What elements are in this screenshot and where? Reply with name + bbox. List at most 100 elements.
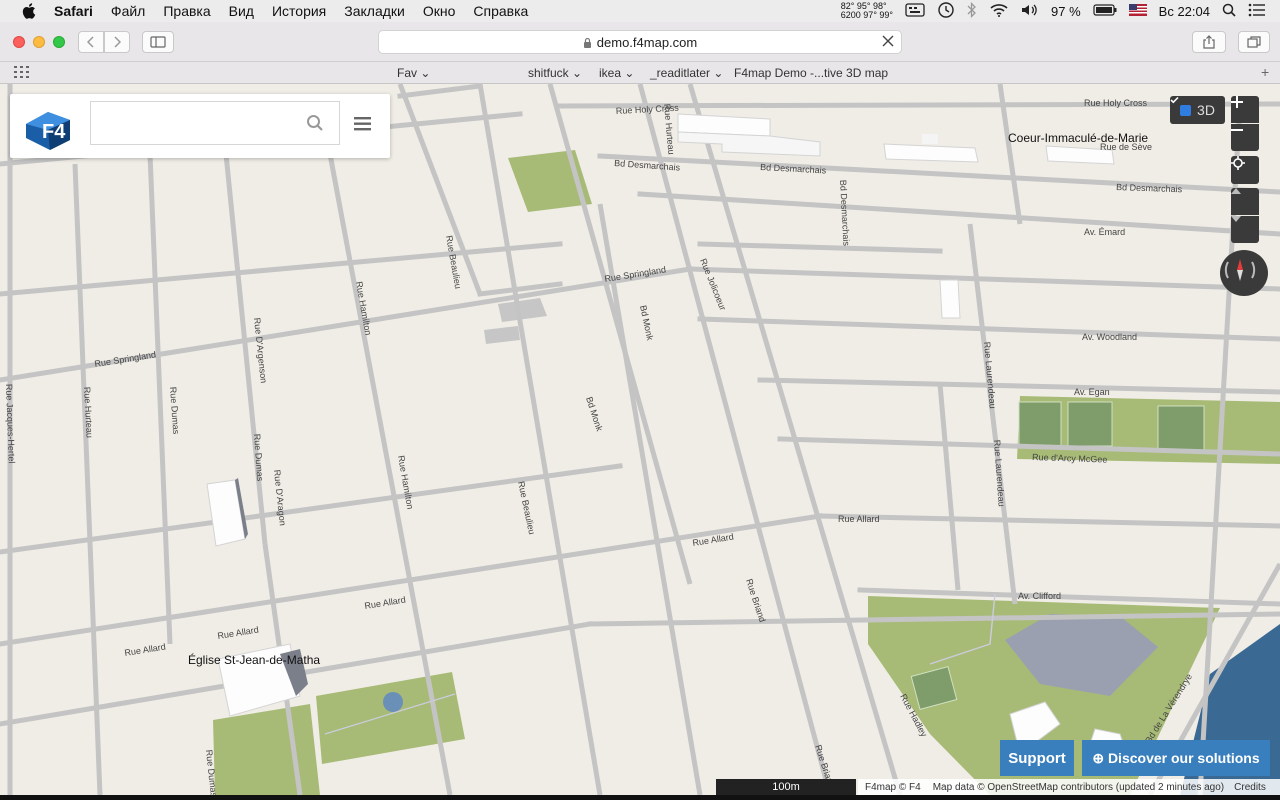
bookmark-label: Fav bbox=[397, 66, 418, 80]
sports-field bbox=[1018, 401, 1062, 447]
fountain bbox=[383, 692, 403, 712]
menu-edit[interactable]: Правка bbox=[163, 3, 210, 19]
battery-percent: 97 % bbox=[1051, 3, 1081, 19]
minus-icon bbox=[1231, 129, 1243, 131]
tabs-icon bbox=[1247, 36, 1261, 48]
chevron-down-icon: ⌄ bbox=[572, 66, 583, 80]
tilt-up-button[interactable] bbox=[1231, 188, 1259, 215]
temps-bottom: 6200 97° 99° bbox=[840, 10, 894, 20]
poi-eglise-st-jean-de-matha[interactable]: Église St-Jean-de-Matha bbox=[188, 652, 320, 667]
locate-button[interactable] bbox=[1231, 156, 1259, 184]
macos-menubar: Safari Файл Правка Вид История Закладки … bbox=[0, 0, 1280, 22]
toggle-3d-button[interactable]: 3D bbox=[1170, 96, 1225, 124]
new-tab-plus-icon[interactable]: + bbox=[1261, 64, 1269, 80]
chevron-down-icon: ⌄ bbox=[713, 66, 724, 80]
keyboard-icon[interactable] bbox=[905, 2, 925, 20]
compass-icon bbox=[1224, 259, 1256, 281]
bookmark-fav[interactable]: Fav ⌄ bbox=[397, 66, 430, 80]
search-panel: F4 bbox=[10, 94, 390, 158]
share-button[interactable] bbox=[1192, 31, 1226, 53]
chevron-left-icon bbox=[87, 36, 94, 48]
zoom-out-button[interactable] bbox=[1231, 124, 1259, 151]
road-label: Av. Clifford bbox=[1018, 591, 1061, 601]
search-input[interactable] bbox=[90, 101, 340, 145]
road-label: Rue Allard bbox=[838, 514, 880, 524]
share-icon bbox=[1203, 35, 1215, 49]
tabs-overview-button[interactable] bbox=[1238, 31, 1270, 53]
road-label: Rue Holy Cross bbox=[1084, 98, 1148, 108]
chevron-down-icon: ⌄ bbox=[420, 66, 431, 80]
tilt-down-button[interactable] bbox=[1231, 216, 1259, 243]
volume-icon[interactable] bbox=[1021, 3, 1039, 20]
attribution-f4map-link[interactable]: F4map © F4 bbox=[865, 782, 921, 793]
url-text: demo.f4map.com bbox=[596, 34, 698, 50]
road-label: Av. Egan bbox=[1074, 387, 1110, 397]
back-button[interactable] bbox=[78, 31, 104, 53]
safari-toolbar: demo.f4map.com bbox=[0, 22, 1280, 62]
minimize-window-button[interactable] bbox=[33, 36, 45, 48]
zoom-in-button[interactable] bbox=[1231, 96, 1259, 123]
zoom-window-button[interactable] bbox=[53, 36, 65, 48]
attribution-credits-link[interactable]: Credits bbox=[1234, 782, 1266, 793]
svg-text:F4: F4 bbox=[42, 121, 66, 143]
lock-icon bbox=[583, 37, 591, 48]
park bbox=[213, 704, 320, 795]
show-all-bookmarks-icon[interactable] bbox=[14, 66, 30, 81]
wifi-icon[interactable] bbox=[989, 3, 1009, 20]
bookmark-label: ikea bbox=[599, 66, 622, 80]
address-bar[interactable]: demo.f4map.com bbox=[378, 30, 902, 54]
poi-coeur-immacule-de-marie[interactable]: Coeur-Immaculé-de-Marie bbox=[1008, 131, 1148, 145]
map-canvas[interactable]: Rue Springland Rue Springland Rue Allard… bbox=[0, 84, 1280, 795]
checkbox-checked-icon bbox=[1170, 96, 1192, 116]
menu-view[interactable]: Вид bbox=[229, 3, 254, 19]
notification-center-icon[interactable] bbox=[1248, 3, 1266, 20]
apple-menu-icon[interactable] bbox=[20, 2, 38, 20]
bookmarks-bar: Fav ⌄ shitfuck ⌄ ikea ⌄ _readitlater ⌄ F… bbox=[0, 62, 1280, 84]
bookmark-readitlater[interactable]: _readitlater ⌄ bbox=[650, 66, 723, 80]
bookmark-f4map-demo[interactable]: F4map Demo -...tive 3D map bbox=[734, 66, 888, 80]
stop-loading-icon[interactable] bbox=[881, 34, 895, 51]
bookmark-shitfuck[interactable]: shitfuck ⌄ bbox=[528, 66, 582, 80]
sidebar-button[interactable] bbox=[142, 31, 174, 53]
f4map-logo-icon[interactable]: F4 bbox=[20, 102, 76, 150]
battery-icon[interactable] bbox=[1093, 3, 1117, 19]
plus-icon bbox=[1231, 96, 1243, 108]
toggle-3d-label: 3D bbox=[1197, 102, 1215, 118]
scale-bar: 100m bbox=[716, 779, 856, 795]
window-bottom-edge bbox=[0, 795, 1280, 800]
close-window-button[interactable] bbox=[13, 36, 25, 48]
menu-help[interactable]: Справка bbox=[473, 3, 528, 19]
road-label: Av. Émard bbox=[1084, 227, 1125, 237]
bookmark-label: shitfuck bbox=[528, 66, 569, 80]
road-label: Av. Woodland bbox=[1082, 332, 1137, 342]
bookmark-ikea[interactable]: ikea ⌄ bbox=[599, 66, 634, 80]
caret-up-icon bbox=[1231, 188, 1241, 194]
support-button[interactable]: Support bbox=[1000, 740, 1074, 776]
forward-button[interactable] bbox=[104, 31, 130, 53]
menu-history[interactable]: История bbox=[272, 3, 326, 19]
chevron-right-icon bbox=[114, 36, 121, 48]
temperature-widget[interactable]: 82° 95° 98° 6200 97° 99° bbox=[841, 2, 893, 20]
sidebar-icon bbox=[150, 36, 166, 48]
bookmark-label: _readitlater bbox=[650, 66, 711, 80]
us-flag-icon[interactable] bbox=[1128, 3, 1147, 19]
time-machine-icon[interactable] bbox=[937, 1, 955, 22]
menu-safari[interactable]: Safari bbox=[54, 3, 93, 19]
chevron-down-icon: ⌄ bbox=[624, 66, 635, 80]
compass-rotate-control[interactable] bbox=[1220, 250, 1268, 296]
scale-label: 100m bbox=[772, 781, 800, 793]
map-attribution: F4map © F4 Map data © OpenStreetMap cont… bbox=[858, 779, 1280, 795]
crosshair-icon bbox=[1231, 156, 1245, 170]
sports-field bbox=[1067, 401, 1113, 447]
map-svg: Rue Springland Rue Springland Rue Allard… bbox=[0, 84, 1280, 795]
menu-file[interactable]: Файл bbox=[111, 3, 145, 19]
attribution-osm-link[interactable]: Map data © OpenStreetMap contributors (u… bbox=[933, 782, 1224, 793]
menu-window[interactable]: Окно bbox=[423, 3, 456, 19]
bluetooth-icon[interactable] bbox=[967, 1, 977, 21]
spotlight-icon[interactable] bbox=[1222, 3, 1236, 20]
sports-field bbox=[1157, 405, 1205, 451]
menu-bookmarks[interactable]: Закладки bbox=[344, 3, 405, 19]
clock[interactable]: Вс 22:04 bbox=[1159, 4, 1210, 19]
discover-solutions-button[interactable]: ⊕ Discover our solutions bbox=[1082, 740, 1270, 776]
caret-down-icon bbox=[1231, 216, 1241, 222]
